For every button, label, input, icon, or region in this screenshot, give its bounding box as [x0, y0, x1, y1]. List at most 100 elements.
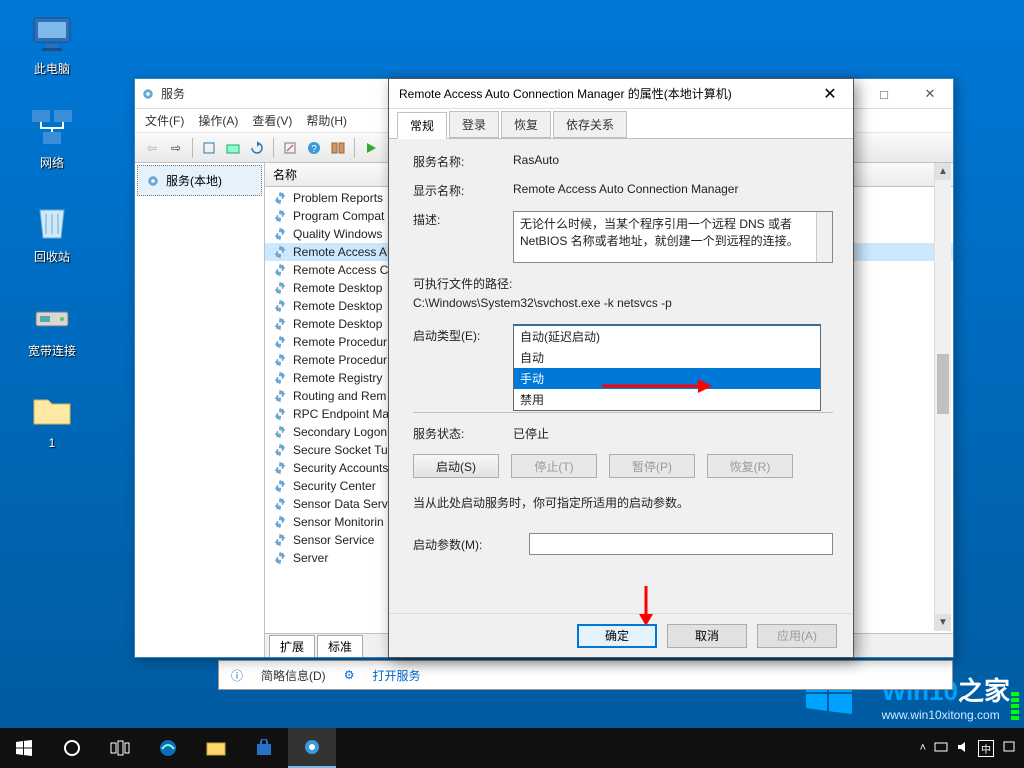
- menu-view[interactable]: 查看(V): [252, 112, 292, 129]
- desktop-icon-folder[interactable]: 1: [14, 386, 90, 450]
- chevron-up-icon[interactable]: ⓘ: [231, 667, 243, 684]
- open-services-link[interactable]: 打开服务: [372, 667, 420, 684]
- forward-icon[interactable]: ⇨: [165, 137, 187, 159]
- close-button[interactable]: ✕: [907, 79, 953, 109]
- label-description: 描述:: [413, 211, 513, 263]
- tab-general[interactable]: 常规: [397, 112, 447, 139]
- taskview-icon[interactable]: [96, 728, 144, 768]
- menu-file[interactable]: 文件(F): [145, 112, 184, 129]
- help-icon[interactable]: ?: [303, 137, 325, 159]
- store-icon[interactable]: [240, 728, 288, 768]
- toolbar-btn[interactable]: [222, 137, 244, 159]
- properties-tabs: 常规 登录 恢复 依存关系: [389, 109, 853, 139]
- value-exe-path: C:\Windows\System32\svchost.exe -k netsv…: [413, 296, 833, 310]
- tray-notifications-icon[interactable]: [1002, 740, 1016, 757]
- service-name: Server: [293, 551, 328, 565]
- service-name: RPC Endpoint Ma: [293, 407, 389, 421]
- description-scrollbar[interactable]: [816, 212, 832, 262]
- gear-small-icon: ⚙: [344, 668, 355, 682]
- pause-button: 暂停(P): [609, 454, 695, 478]
- cortana-icon[interactable]: [48, 728, 96, 768]
- explorer-icon[interactable]: [192, 728, 240, 768]
- desktop-icon-label: 网络: [14, 154, 90, 171]
- menu-action[interactable]: 操作(A): [198, 112, 238, 129]
- tray-network-icon[interactable]: [934, 740, 948, 757]
- background-window-footer: ⓘ 简略信息(D) ⚙ 打开服务: [218, 660, 953, 690]
- cancel-button[interactable]: 取消: [667, 624, 747, 648]
- gear-icon: [273, 227, 287, 241]
- desktop-icon-label: 回收站: [14, 248, 90, 265]
- maximize-button[interactable]: □: [861, 79, 907, 109]
- gear-icon: [273, 497, 287, 511]
- tray-chevron-up-icon[interactable]: ˄: [920, 742, 926, 754]
- scroll-up-icon[interactable]: ▲: [935, 163, 951, 180]
- toolbar-btn[interactable]: [198, 137, 220, 159]
- gear-icon: [273, 335, 287, 349]
- toolbar-btn[interactable]: [279, 137, 301, 159]
- desktop-icon-dialup[interactable]: 宽带连接: [14, 292, 90, 359]
- scroll-down-icon[interactable]: ▼: [935, 614, 951, 631]
- desktop-icon-label: 宽带连接: [14, 342, 90, 359]
- desktop-icon-recyclebin[interactable]: 回收站: [14, 198, 90, 265]
- gear-icon: [273, 551, 287, 565]
- start-button[interactable]: [0, 728, 48, 768]
- desktop-icon-thispc[interactable]: 此电脑: [14, 10, 90, 77]
- gear-icon: [273, 407, 287, 421]
- service-name: Program Compat: [293, 209, 384, 223]
- service-name: Quality Windows: [293, 227, 382, 241]
- resume-button: 恢复(R): [707, 454, 793, 478]
- tab-recovery[interactable]: 恢复: [501, 111, 551, 138]
- watermark-brand2: 之家: [958, 676, 1010, 706]
- tab-logon[interactable]: 登录: [449, 111, 499, 138]
- start-params-input[interactable]: [529, 533, 833, 555]
- gear-icon: [273, 299, 287, 313]
- tab-extended[interactable]: 扩展: [269, 635, 315, 657]
- tree-node-services-local[interactable]: 服务(本地): [137, 165, 262, 196]
- gear-icon: [273, 443, 287, 457]
- tray-ime-icon[interactable]: 中: [978, 740, 994, 757]
- dialup-icon: [28, 292, 76, 340]
- service-name: Sensor Data Serv: [293, 497, 388, 511]
- audio-meter-icon: [1011, 692, 1021, 722]
- services-tree: 服务(本地): [135, 163, 265, 657]
- dropdown-option[interactable]: 自动: [514, 347, 820, 368]
- gear-icon: [273, 461, 287, 475]
- gear-icon: [273, 317, 287, 331]
- desktop-icon-label: 1: [14, 436, 90, 450]
- ok-button[interactable]: 确定: [577, 624, 657, 648]
- service-name: Secure Socket Tu: [293, 443, 388, 457]
- system-tray[interactable]: ˄ 中: [912, 740, 1024, 757]
- properties-titlebar[interactable]: Remote Access Auto Connection Manager 的属…: [389, 79, 853, 109]
- service-name: Remote Desktop: [293, 317, 382, 331]
- close-button[interactable]: ✕: [807, 79, 853, 109]
- toolbar-btn[interactable]: [327, 137, 349, 159]
- start-button[interactable]: 启动(S): [413, 454, 499, 478]
- refresh-icon[interactable]: [246, 137, 268, 159]
- watermark-url: www.win10xitong.com: [882, 708, 1010, 722]
- service-name: Remote Desktop: [293, 299, 382, 313]
- tab-dependencies[interactable]: 依存关系: [553, 111, 627, 138]
- tab-standard[interactable]: 标准: [317, 635, 363, 657]
- service-name: Security Accounts: [293, 461, 388, 475]
- startup-type-dropdown[interactable]: 自动(延迟启动)自动手动禁用: [513, 325, 821, 411]
- brief-info-link[interactable]: 简略信息(D): [261, 667, 326, 684]
- gear-icon: [146, 174, 160, 188]
- service-name: Remote Registry: [293, 371, 382, 385]
- menu-help[interactable]: 帮助(H): [306, 112, 347, 129]
- service-name: Remote Access C: [293, 263, 388, 277]
- stop-button: 停止(T): [511, 454, 597, 478]
- desktop-icon-network[interactable]: 网络: [14, 104, 90, 171]
- description-textbox[interactable]: 无论什么时候，当某个程序引用一个远程 DNS 或者 NetBIOS 名称或者地址…: [513, 211, 833, 263]
- back-icon[interactable]: ⇦: [141, 137, 163, 159]
- settings-icon[interactable]: [288, 728, 336, 768]
- play-icon[interactable]: [360, 137, 382, 159]
- gear-icon: [273, 209, 287, 223]
- edge-icon[interactable]: [144, 728, 192, 768]
- scroll-thumb[interactable]: [937, 354, 949, 414]
- vertical-scrollbar[interactable]: ▲ ▼: [934, 163, 951, 631]
- tray-volume-icon[interactable]: [956, 740, 970, 757]
- dropdown-option[interactable]: 自动(延迟启动): [514, 326, 820, 347]
- service-name: Sensor Monitorin: [293, 515, 384, 529]
- svg-text:?: ?: [311, 144, 317, 155]
- network-icon: [28, 104, 76, 152]
